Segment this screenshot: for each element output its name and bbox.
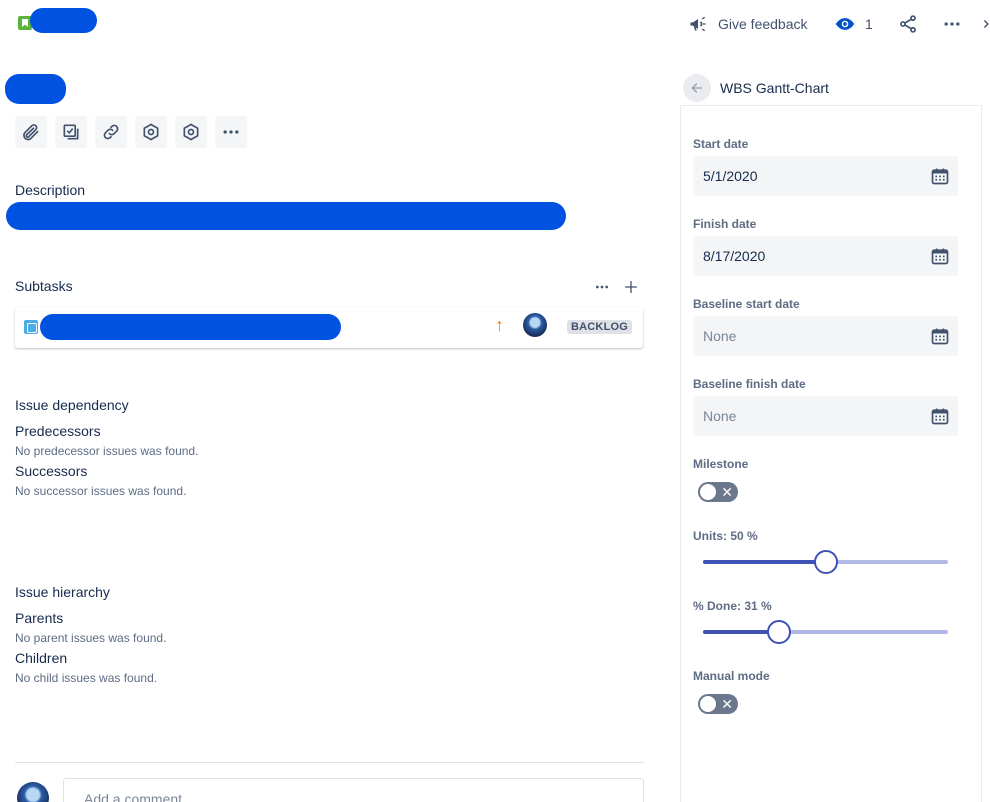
attach-button[interactable] xyxy=(15,116,47,148)
share-icon[interactable] xyxy=(897,14,919,34)
done-slider[interactable] xyxy=(703,620,948,644)
back-button[interactable] xyxy=(683,74,711,102)
slider-thumb[interactable] xyxy=(813,550,838,574)
arrow-left-icon xyxy=(691,83,703,93)
start-date-value: 5/1/2020 xyxy=(703,168,758,184)
predecessors-empty-text: No predecessor issues was found. xyxy=(15,444,199,458)
start-date-field[interactable]: 5/1/2020 xyxy=(693,156,958,196)
redacted-issue-title xyxy=(5,74,66,104)
children-label: Children xyxy=(15,650,68,666)
paperclip-icon xyxy=(23,124,39,141)
calendar-icon[interactable] xyxy=(930,166,950,186)
more-options-icon[interactable] xyxy=(941,14,963,34)
more-actions-button[interactable] xyxy=(215,116,247,148)
give-feedback-button[interactable]: Give feedback xyxy=(687,14,808,34)
successors-label: Successors xyxy=(15,463,88,479)
children-empty-text: No child issues was found. xyxy=(15,671,158,685)
subtask-type-icon xyxy=(24,320,38,334)
watch-count: 1 xyxy=(865,16,873,32)
eye-icon xyxy=(835,18,855,30)
app-action-button-1[interactable] xyxy=(135,116,167,148)
dependency-heading: Issue dependency xyxy=(15,397,129,413)
start-date-label: Start date xyxy=(693,137,749,151)
baseline-start-label: Baseline start date xyxy=(693,297,800,311)
parents-empty-text: No parent issues was found. xyxy=(15,631,167,645)
baseline-finish-field[interactable]: None xyxy=(693,396,958,436)
current-user-avatar xyxy=(17,782,49,802)
add-subtask-icon[interactable] xyxy=(623,279,639,295)
watch-button[interactable]: 1 xyxy=(834,14,873,34)
baseline-finish-label: Baseline finish date xyxy=(693,377,806,391)
manual-mode-toggle[interactable]: ✕ xyxy=(698,694,738,714)
finish-date-label: Finish date xyxy=(693,217,757,231)
subtask-row[interactable]: ↑ BACKLOG xyxy=(15,307,643,348)
toggle-knob xyxy=(700,696,716,712)
more-icon xyxy=(223,130,239,134)
slider-fill xyxy=(703,560,826,564)
subtasks-heading: Subtasks xyxy=(15,278,73,294)
done-label: % Done: 31 % xyxy=(693,599,772,613)
comment-input[interactable]: Add a comment... xyxy=(63,778,644,802)
hexagon-icon xyxy=(183,123,199,141)
slider-thumb[interactable] xyxy=(766,620,791,644)
priority-high-icon: ↑ xyxy=(495,315,504,335)
calendar-icon[interactable] xyxy=(930,406,950,426)
close-icon: ✕ xyxy=(721,484,733,500)
description-heading: Description xyxy=(15,182,86,198)
manual-mode-label: Manual mode xyxy=(693,669,770,683)
give-feedback-label: Give feedback xyxy=(718,16,808,32)
hierarchy-heading: Issue hierarchy xyxy=(15,584,110,600)
baseline-start-value: None xyxy=(703,328,737,344)
assignee-avatar[interactable] xyxy=(523,313,547,337)
units-slider[interactable] xyxy=(703,550,948,574)
predecessors-label: Predecessors xyxy=(15,423,101,439)
close-icon: ✕ xyxy=(721,696,733,712)
finish-date-field[interactable]: 8/17/2020 xyxy=(693,236,958,276)
link-icon xyxy=(103,124,119,140)
create-subtask-button[interactable] xyxy=(55,116,87,148)
checklist-icon xyxy=(63,124,79,140)
hexagon-icon xyxy=(143,123,159,141)
calendar-icon[interactable] xyxy=(930,326,950,346)
link-issue-button[interactable] xyxy=(95,116,127,148)
baseline-start-field[interactable]: None xyxy=(693,316,958,356)
calendar-icon[interactable] xyxy=(930,246,950,266)
units-label: Units: 50 % xyxy=(693,529,758,543)
redacted-subtask-summary[interactable] xyxy=(40,314,341,340)
milestone-toggle[interactable]: ✕ xyxy=(698,482,738,502)
panel-title: WBS Gantt-Chart xyxy=(720,80,829,96)
redacted-description[interactable] xyxy=(6,202,566,230)
status-badge[interactable]: BACKLOG xyxy=(567,320,633,334)
panel-header: WBS Gantt-Chart xyxy=(683,74,829,102)
redacted-issue-key xyxy=(30,8,97,33)
successors-empty-text: No successor issues was found. xyxy=(15,484,187,498)
app-action-button-2[interactable] xyxy=(175,116,207,148)
comment-divider xyxy=(15,762,644,763)
megaphone-icon xyxy=(690,16,706,32)
subtasks-more-icon[interactable] xyxy=(593,279,611,295)
parents-label: Parents xyxy=(15,610,64,626)
milestone-label: Milestone xyxy=(693,457,749,471)
baseline-finish-value: None xyxy=(703,408,737,424)
collapse-icon[interactable] xyxy=(983,14,990,34)
toggle-knob xyxy=(700,484,716,500)
finish-date-value: 8/17/2020 xyxy=(703,248,766,264)
